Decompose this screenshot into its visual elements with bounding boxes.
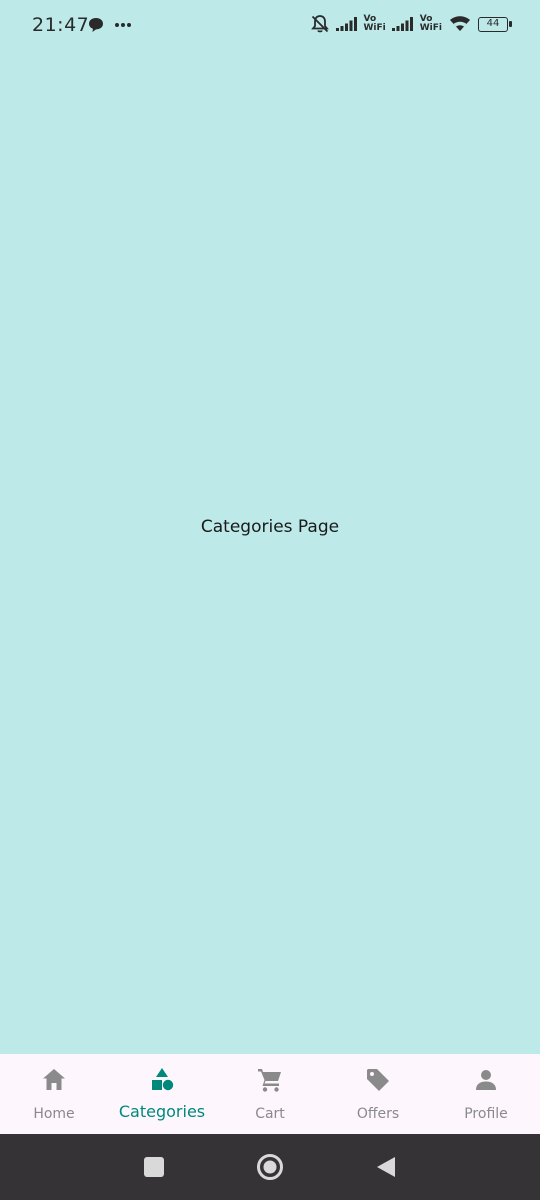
bell-off-icon [310, 15, 329, 33]
chat-bubble-icon [89, 18, 103, 32]
status-left-icons [88, 17, 132, 33]
nav-item-cart[interactable]: Cart [216, 1054, 324, 1134]
person-icon [476, 1070, 496, 1090]
category-icon [152, 1068, 174, 1091]
page-title: Categories Page [200, 517, 340, 537]
recent-apps-icon[interactable] [142, 1155, 166, 1179]
nav-label-cart: Cart [255, 1106, 285, 1122]
nav-label-home: Home [33, 1106, 75, 1122]
wifi-icon [450, 16, 470, 31]
vowifi-badge: Vo WiFi [363, 14, 386, 33]
cart-icon [258, 1069, 281, 1092]
nav-item-home[interactable]: Home [0, 1054, 108, 1134]
main-content: Categories Page [0, 52, 540, 1054]
battery-icon: 44 [478, 16, 512, 32]
tag-icon [367, 1069, 389, 1091]
system-navigation-bar [0, 1134, 540, 1200]
home-icon [43, 1069, 65, 1090]
more-dots-icon [115, 23, 131, 27]
status-right-icons: Vo WiFi Vo WiFi 44 [310, 14, 512, 34]
signal-icon [335, 17, 357, 31]
nav-item-profile[interactable]: Profile [432, 1054, 540, 1134]
bottom-navigation: Home Categories Cart Offers Profile [0, 1054, 540, 1134]
status-bar: 21:47 Vo WiFi Vo WiFi 44 [0, 0, 540, 52]
back-icon[interactable] [374, 1155, 398, 1179]
signal-icon [391, 17, 413, 31]
nav-item-offers[interactable]: Offers [324, 1054, 432, 1134]
home-button-icon[interactable] [256, 1153, 284, 1181]
nav-item-categories[interactable]: Categories [108, 1054, 216, 1134]
nav-label-categories: Categories [118, 1102, 206, 1121]
vowifi-badge: Vo WiFi [419, 14, 442, 33]
nav-label-profile: Profile [464, 1106, 508, 1122]
nav-label-offers: Offers [356, 1106, 400, 1122]
status-time: 21:47 [32, 14, 90, 36]
